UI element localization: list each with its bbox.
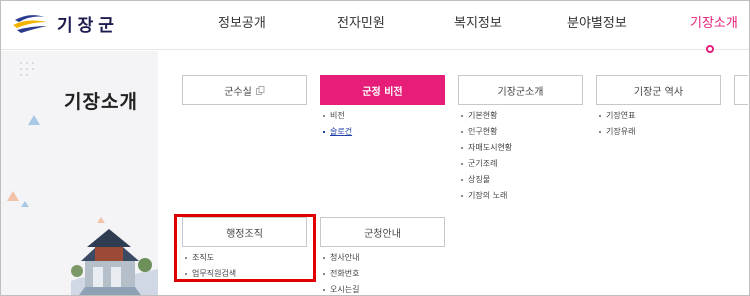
submenu-item[interactable]: 자매도시현황 bbox=[460, 140, 512, 156]
card-mayor-office[interactable]: 군수실 bbox=[182, 75, 307, 105]
logo-swoosh-icon bbox=[13, 15, 47, 33]
highlight-box bbox=[174, 214, 316, 282]
pavilion-illustration bbox=[71, 229, 158, 295]
card-gijang-history[interactable]: 기장군 역사 bbox=[596, 75, 721, 105]
nav-item-field-info[interactable]: 분야별정보 bbox=[567, 12, 627, 31]
left-panel: 기장소개 bbox=[1, 51, 158, 295]
card-label: 군청안내 bbox=[364, 228, 401, 240]
site-header: 기장군 정보공개 전자민원 복지정보 분야별정보 기장소개 bbox=[1, 1, 749, 50]
nav-item-about-gijang[interactable]: 기장소개 bbox=[690, 12, 738, 31]
submenu-item-current[interactable]: 슬로건 bbox=[322, 124, 352, 140]
submenu-gijang-history: 기장연표 기장유래 bbox=[598, 108, 635, 140]
site-logo[interactable]: 기장군 bbox=[11, 10, 119, 36]
submenu-item[interactable]: 기장연표 bbox=[598, 108, 635, 124]
submenu-item[interactable]: 인구현황 bbox=[460, 124, 512, 140]
card-office-guide[interactable]: 군청안내 bbox=[320, 217, 445, 247]
nav-item-info-disclosure[interactable]: 정보공개 bbox=[218, 12, 266, 31]
card-partial-offscreen[interactable] bbox=[734, 75, 748, 105]
submenu-item[interactable]: 기장유래 bbox=[598, 124, 635, 140]
card-label: 군정 비전 bbox=[362, 86, 403, 98]
submenu-item[interactable]: 전화번호 bbox=[322, 266, 359, 282]
submenu-item[interactable]: 오시는길 bbox=[322, 282, 359, 296]
submenu-item[interactable]: 비전 bbox=[322, 108, 352, 124]
nav-item-welfare[interactable]: 복지정보 bbox=[454, 12, 502, 31]
card-label: 군수실 bbox=[224, 86, 252, 98]
card-vision[interactable]: 군정 비전 bbox=[320, 75, 445, 105]
submenu-item[interactable]: 상징물 bbox=[460, 172, 512, 188]
submenu-item[interactable]: 기장의 노래 bbox=[460, 188, 512, 204]
link-icon bbox=[255, 85, 265, 95]
card-label: 기장군소개 bbox=[497, 86, 544, 98]
submenu-office-guide: 청사안내 전화번호 오시는길 bbox=[322, 250, 359, 296]
logo-text: 기장군 bbox=[57, 15, 119, 36]
card-label: 기장군 역사 bbox=[633, 86, 684, 98]
submenu-gijang-intro: 기본현황 인구현황 자매도시현황 군기조례 상징물 기장의 노래 bbox=[460, 108, 512, 204]
nav-item-civil-service[interactable]: 전자민원 bbox=[337, 12, 385, 31]
card-gijang-intro[interactable]: 기장군소개 bbox=[458, 75, 583, 105]
submenu-vision: 비전 슬로건 bbox=[322, 108, 352, 140]
submenu-item[interactable]: 기본현황 bbox=[460, 108, 512, 124]
active-nav-indicator bbox=[706, 45, 714, 53]
submenu-item[interactable]: 군기조례 bbox=[460, 156, 512, 172]
submenu-item[interactable]: 청사안내 bbox=[322, 250, 359, 266]
